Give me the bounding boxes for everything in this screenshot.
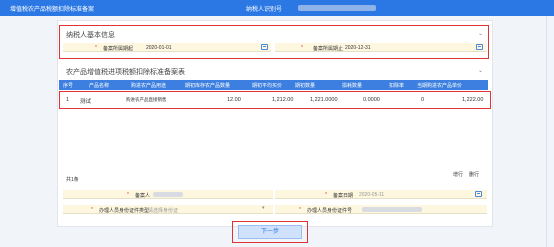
period-end-value[interactable]: 2020-12-31 — [345, 45, 371, 51]
add-row-button[interactable]: 增行 — [453, 171, 463, 178]
taxpayer-id-label: 纳税人识别号 — [246, 7, 283, 13]
filing-date-value: 2020-05-11 — [359, 192, 385, 198]
table-header: 序号 产品名称 购进农产品用途 期初库存农产品数量 期初平均买价 期初数量 损耗… — [59, 80, 488, 90]
agent-id-no-field[interactable]: * 办理人员身份证件号 — [275, 205, 487, 214]
cell-loss-qty[interactable]: 0.0000 — [363, 97, 380, 103]
scrollbar-track[interactable] — [546, 16, 547, 247]
cell-deduction-rate[interactable]: 0 — [421, 97, 424, 103]
agent-id-type-placeholder[interactable]: 请选择身份证 — [148, 207, 178, 214]
cell-index: 1 — [66, 97, 70, 103]
agent-id-type-field[interactable]: * 办理人员身份证件类型 请选择身份证 ▾ — [63, 205, 273, 214]
col-header-opening-qty: 期初数量 — [295, 83, 316, 89]
period-start-label: 备案所属期起 — [103, 46, 134, 52]
agent-id-no-label: 办理人员身份证件号 — [307, 208, 353, 214]
app-title: 增值税农产品税额扣除标准备案 — [10, 7, 95, 13]
chevron-down-icon[interactable]: ⌄ — [478, 67, 483, 74]
col-header-product-name: 产品名称 — [89, 83, 110, 89]
filer-field[interactable]: * 备案人 — [63, 190, 273, 199]
filing-date-field[interactable]: * 备案日期 2020-05-11 — [275, 190, 487, 199]
cell-opening-qty[interactable]: 1,221.0000 — [310, 97, 338, 103]
period-start-field[interactable]: * 备案所属期起 2020-01-01 — [63, 43, 271, 52]
col-header-avg-price: 期初平均买价 — [252, 83, 283, 89]
filer-label: 备案人 — [135, 193, 151, 199]
table-title: 农产品增值税进项税额扣除标准备案表 — [66, 69, 185, 76]
calendar-icon[interactable] — [476, 44, 483, 50]
next-button[interactable]: 下一步 — [238, 225, 302, 239]
chevron-down-icon[interactable]: ⌄ — [478, 30, 483, 37]
cell-avg-price[interactable]: 1,212.00 — [272, 97, 293, 103]
cell-opening-stock[interactable]: 12.00 — [227, 97, 241, 103]
col-header-loss-qty: 损耗数量 — [342, 83, 363, 89]
delete-row-button[interactable]: 删行 — [469, 171, 479, 178]
col-header-opening-stock: 期初库存农产品数量 — [185, 83, 231, 89]
basic-info-title: 纳税人基本信息 — [66, 32, 115, 39]
col-header-index: 序号 — [63, 83, 74, 89]
calendar-icon[interactable] — [261, 44, 268, 50]
cell-product-name[interactable]: 测试 — [80, 97, 91, 105]
period-end-label: 备案所属期止 — [313, 46, 344, 52]
filing-date-label: 备案日期 — [333, 193, 354, 199]
top-bar: 增值税农产品税额扣除标准备案 纳税人识别号 — [0, 0, 554, 16]
col-header-unit-price: 当期购进农产品单价 — [417, 83, 463, 89]
col-header-purpose: 购进农产品用途 — [131, 83, 167, 89]
cell-unit-price[interactable]: 1,222.00 — [462, 97, 483, 103]
basic-info-highlight — [59, 25, 489, 59]
taxpayer-id-value-redacted — [298, 5, 376, 11]
period-start-value[interactable]: 2020-01-01 — [146, 45, 172, 51]
total-count: 共1条 — [66, 177, 79, 183]
col-header-deduction-rate: 扣除率 — [389, 83, 405, 89]
calendar-icon[interactable] — [475, 191, 482, 197]
filer-value-redacted — [153, 192, 183, 197]
period-end-field[interactable]: * 备案所属期止 2020-12-31 — [275, 43, 487, 52]
chevron-down-icon[interactable]: ▾ — [262, 205, 265, 211]
agent-id-type-label: 办理人员身份证件类型 — [99, 208, 150, 214]
agent-id-no-redacted — [362, 207, 422, 212]
cell-purpose[interactable]: 购进农产品直接销售 — [126, 97, 167, 103]
